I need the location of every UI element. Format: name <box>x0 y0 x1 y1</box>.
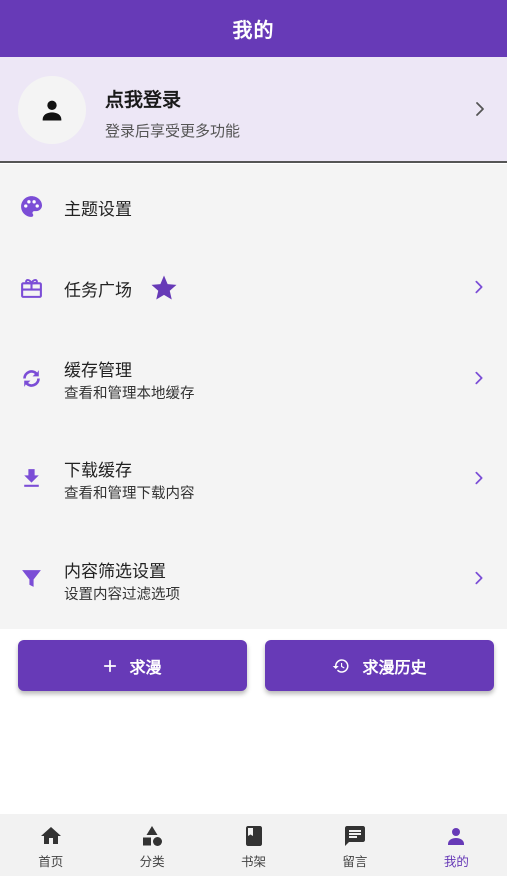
chevron-right-icon[interactable] <box>471 279 487 295</box>
request-comic-button[interactable]: 求漫 <box>18 640 247 691</box>
login-title[interactable]: 点我登录 <box>105 85 240 112</box>
menu-item-subtitle: 设置内容过滤选项 <box>64 587 180 603</box>
category-icon <box>143 826 163 846</box>
nav-item-bookshelf[interactable]: 书架 <box>203 814 304 876</box>
nav-label: 分类 <box>139 854 165 869</box>
menu-item-theme[interactable]: 主题设置 <box>0 164 507 249</box>
home-icon <box>40 827 61 844</box>
menu-item-label: 下载缓存 <box>64 461 132 481</box>
person-icon <box>448 828 465 845</box>
menu-item-subtitle: 查看和管理本地缓存 <box>64 386 195 402</box>
page-title: 我的 <box>232 18 275 42</box>
download-icon <box>24 469 39 487</box>
login-subtitle: 登录后享受更多功能 <box>105 122 241 140</box>
menu-item-label: 缓存管理 <box>64 361 132 381</box>
menu-item-task-plaza[interactable]: 任务广场 <box>0 249 507 327</box>
person-icon <box>42 100 62 121</box>
request-history-label: 求漫历史 <box>362 657 427 677</box>
request-history-button[interactable]: 求漫历史 <box>265 640 494 691</box>
book-icon <box>245 826 262 846</box>
avatar[interactable] <box>18 76 86 144</box>
nav-item-mine[interactable]: 我的 <box>406 814 507 876</box>
settings-menu: 主题设置 任务广场 缓存管理 查看和管理本地缓存 下载缓存 查看和管理下载内容 … <box>0 164 507 629</box>
nav-item-home[interactable]: 首页 <box>0 814 101 876</box>
menu-item-subtitle: 查看和管理下载内容 <box>64 486 195 502</box>
menu-item-content-filter[interactable]: 内容筛选设置 设置内容过滤选项 <box>0 527 507 629</box>
menu-item-label: 内容筛选设置 <box>64 562 166 582</box>
menu-item-label: 主题设置 <box>64 200 132 220</box>
nav-item-category[interactable]: 分类 <box>101 814 202 876</box>
login-card[interactable]: 点我登录 登录后享受更多功能 <box>0 57 507 163</box>
nav-label: 我的 <box>443 854 469 869</box>
app-bar: 我的 <box>0 0 507 57</box>
nav-item-messages[interactable]: 留言 <box>304 814 405 876</box>
plus-icon <box>103 659 117 673</box>
filter-icon <box>22 570 41 587</box>
chevron-right-icon[interactable] <box>471 370 487 386</box>
gift-icon <box>21 279 42 298</box>
chevron-right-icon[interactable] <box>471 570 487 586</box>
menu-item-cache-management[interactable]: 缓存管理 查看和管理本地缓存 <box>0 327 507 427</box>
sync-icon <box>23 370 40 387</box>
chevron-right-icon[interactable] <box>471 470 487 486</box>
nav-label: 首页 <box>38 854 64 869</box>
chevron-right-icon[interactable] <box>471 100 489 118</box>
message-icon <box>344 826 365 846</box>
menu-item-download-cache[interactable]: 下载缓存 查看和管理下载内容 <box>0 427 507 527</box>
menu-item-label: 任务广场 <box>64 281 132 301</box>
nav-label: 留言 <box>342 854 368 869</box>
palette-icon <box>21 196 43 217</box>
history-icon <box>332 657 350 675</box>
nav-label: 书架 <box>241 854 267 869</box>
star-icon <box>151 275 177 300</box>
request-comic-label: 求漫 <box>129 657 162 677</box>
bottom-navigation: 首页 分类 书架 留言 我的 <box>0 814 507 876</box>
